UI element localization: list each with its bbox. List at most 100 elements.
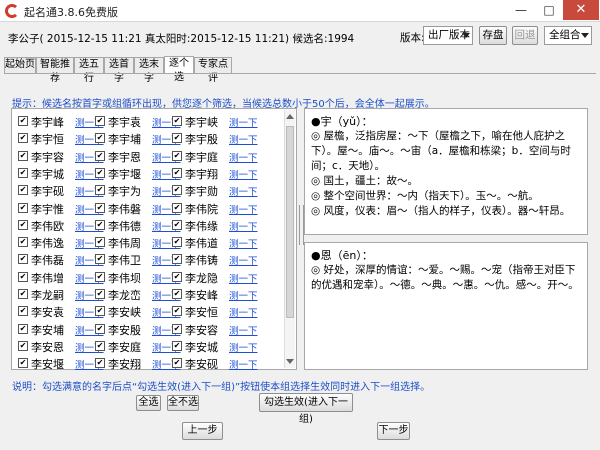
candidate-name: 李伟磊 (31, 254, 64, 268)
scroll-thumb[interactable] (286, 126, 294, 318)
version-select[interactable]: 出厂版本 (423, 26, 473, 45)
apply-selection-button[interactable]: 勾选生效(进入下一组) (259, 393, 353, 425)
tab-last-char[interactable]: 选末字 (134, 57, 164, 84)
name-list-scrollbar[interactable] (284, 110, 295, 368)
minimize-button[interactable]: — (508, 0, 534, 20)
name-checkbox[interactable]: ✔ (18, 167, 28, 178)
tab-divider (4, 73, 596, 74)
definition-line: ◎ 风度，仪表：眉～（指人的样子，仪表）。器～轩昂。 (311, 205, 571, 217)
tab-five-elements[interactable]: 选五行 (74, 57, 104, 84)
test-name-link[interactable]: 测一下 (229, 167, 258, 181)
select-all-button[interactable]: 全选 (136, 395, 161, 411)
test-name-link[interactable]: 测一下 (229, 305, 258, 319)
name-checkbox[interactable]: ✔ (18, 358, 28, 369)
name-checkbox[interactable]: ✔ (18, 237, 28, 248)
name-checkbox[interactable]: ✔ (95, 167, 105, 178)
name-checkbox[interactable]: ✔ (95, 202, 105, 213)
name-checkbox[interactable]: ✔ (18, 150, 28, 161)
name-checkbox[interactable]: ✔ (172, 306, 182, 317)
test-name-link[interactable]: 测一下 (229, 115, 258, 129)
test-name-link[interactable]: 测一下 (229, 340, 258, 354)
combination-select[interactable]: 全组合 (544, 26, 592, 45)
test-name-link[interactable]: 测一下 (229, 219, 258, 233)
char-definition-yu: ●宇（yǔ）： ◎ 屋檐，泛指房屋：～下（屋檐之下，喻在他人庇护之下）。屋～。庙… (304, 108, 588, 235)
candidate-name: 李伟逸 (31, 237, 64, 251)
candidate-name: 李宇勋 (185, 185, 218, 199)
test-name-link[interactable]: 测一下 (229, 271, 258, 285)
test-name-link[interactable]: 测一下 (229, 132, 258, 146)
maximize-button[interactable]: □ (536, 0, 562, 20)
test-name-link[interactable]: 测一下 (229, 236, 258, 250)
test-name-link[interactable]: 测一下 (229, 184, 258, 198)
name-checkbox[interactable]: ✔ (18, 340, 28, 351)
name-checkbox[interactable]: ✔ (95, 340, 105, 351)
name-checkbox[interactable]: ✔ (95, 323, 105, 334)
name-checkbox[interactable]: ✔ (18, 133, 28, 144)
name-checkbox[interactable]: ✔ (95, 271, 105, 282)
candidate-name: 李伟坝 (108, 271, 141, 285)
char-definition-en: ●恩（ēn）： ◎ 好处，深厚的情谊：～爱。～赐。～宠（指帝王对臣下的优遇和宠幸… (304, 242, 588, 370)
version-label: 版本: (400, 32, 425, 44)
name-checkbox[interactable]: ✔ (95, 289, 105, 299)
name-checkbox[interactable]: ✔ (172, 254, 182, 265)
name-checkbox[interactable]: ✔ (95, 133, 105, 144)
name-checkbox[interactable]: ✔ (172, 358, 182, 369)
chevron-down-icon (462, 33, 470, 38)
candidate-name: 李安殷 (108, 323, 141, 337)
name-checkbox[interactable]: ✔ (172, 167, 182, 178)
name-checkbox[interactable]: ✔ (18, 185, 28, 196)
name-checkbox[interactable]: ✔ (95, 358, 105, 369)
name-checkbox[interactable]: ✔ (18, 306, 28, 317)
test-name-link[interactable]: 测一下 (229, 150, 258, 164)
name-checkbox[interactable]: ✔ (95, 150, 105, 161)
name-checkbox[interactable]: ✔ (18, 116, 28, 126)
scroll-down-icon[interactable] (286, 359, 294, 364)
name-checkbox[interactable]: ✔ (18, 323, 28, 334)
name-checkbox[interactable]: ✔ (95, 237, 105, 248)
tab-first-char[interactable]: 选首字 (104, 57, 134, 84)
previous-step-button[interactable]: 上一步 (182, 422, 223, 440)
save-button[interactable]: 存盘 (479, 26, 507, 45)
name-checkbox[interactable]: ✔ (172, 202, 182, 213)
name-checkbox[interactable]: ✔ (18, 219, 28, 230)
name-checkbox[interactable]: ✔ (172, 219, 182, 230)
name-checkbox[interactable]: ✔ (95, 306, 105, 317)
test-name-link[interactable]: 测一下 (229, 253, 258, 267)
candidate-name: 李伟道 (185, 237, 218, 251)
name-checkbox[interactable]: ✔ (172, 340, 182, 351)
name-checkbox[interactable]: ✔ (172, 323, 182, 334)
tab-smart-recommend[interactable]: 智能推荐 (36, 57, 74, 84)
name-checkbox[interactable]: ✔ (172, 133, 182, 144)
test-name-link[interactable]: 测一下 (229, 288, 258, 302)
tab-expert-review[interactable]: 专家点评 (194, 57, 232, 84)
close-button[interactable]: ✕ (563, 0, 599, 20)
name-checkbox[interactable]: ✔ (18, 271, 28, 282)
candidate-name: 李安恒 (185, 306, 218, 320)
name-checkbox[interactable]: ✔ (172, 271, 182, 282)
undo-button[interactable]: 回退 (512, 26, 538, 45)
select-none-button[interactable]: 全不选 (167, 395, 199, 411)
name-checkbox[interactable]: ✔ (172, 289, 182, 299)
name-checkbox[interactable]: ✔ (172, 237, 182, 248)
name-checkbox[interactable]: ✔ (95, 219, 105, 230)
tab-start-page[interactable]: 起始页 (4, 57, 36, 73)
name-checkbox[interactable]: ✔ (172, 150, 182, 161)
candidate-name: 李宇庭 (185, 150, 218, 164)
name-checkbox[interactable]: ✔ (95, 185, 105, 196)
tab-one-by-one[interactable]: 逐个选 (164, 56, 194, 83)
candidate-name: 李宇恒 (31, 133, 64, 147)
name-checkbox[interactable]: ✔ (18, 202, 28, 213)
name-checkbox[interactable]: ✔ (95, 116, 105, 126)
name-checkbox[interactable]: ✔ (172, 185, 182, 196)
name-checkbox[interactable]: ✔ (95, 254, 105, 265)
scroll-up-icon[interactable] (286, 114, 294, 119)
name-checkbox[interactable]: ✔ (18, 254, 28, 265)
test-name-link[interactable]: 测一下 (229, 202, 258, 216)
candidate-name: 李安峡 (108, 306, 141, 320)
test-name-link[interactable]: 测一下 (229, 323, 258, 337)
name-checkbox[interactable]: ✔ (172, 116, 182, 126)
test-name-link[interactable]: 测一下 (229, 357, 258, 371)
name-checkbox[interactable]: ✔ (18, 289, 28, 299)
next-step-button[interactable]: 下一步 (377, 422, 410, 440)
candidate-name: 李宇峡 (185, 116, 218, 129)
